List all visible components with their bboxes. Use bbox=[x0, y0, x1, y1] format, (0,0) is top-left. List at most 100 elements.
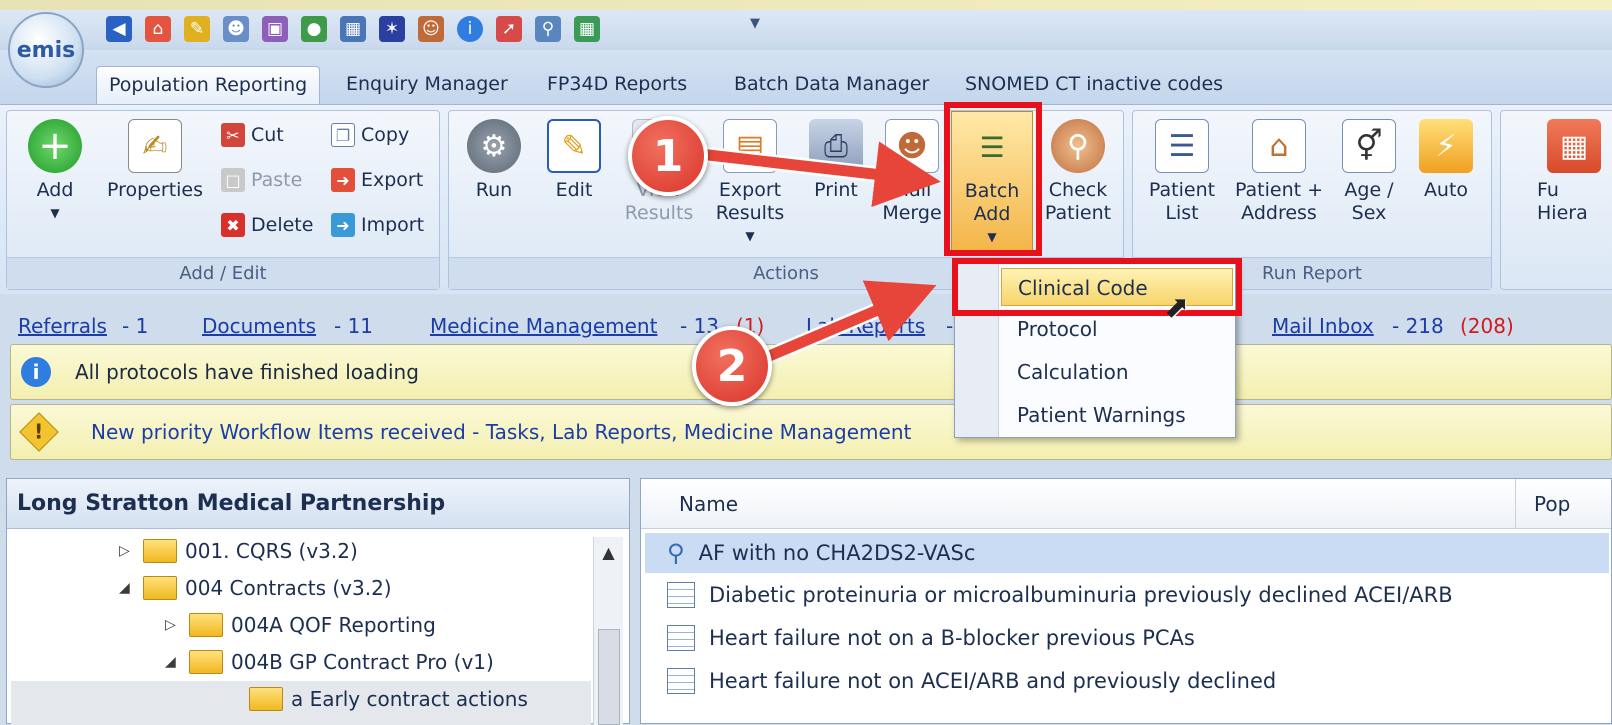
medicine-management-link[interactable]: Medicine Management bbox=[430, 314, 657, 338]
emis-logo[interactable]: emis bbox=[8, 12, 84, 88]
info-icon[interactable]: i bbox=[457, 16, 483, 42]
print-button[interactable]: ⎙ Print bbox=[801, 119, 871, 202]
lab-count: - bbox=[946, 314, 954, 338]
delete-button[interactable]: ✖ Delete bbox=[221, 213, 313, 237]
tree-node-gp-contract-pro[interactable]: ◢ 004B GP Contract Pro (v1) bbox=[165, 650, 494, 674]
info-icon: i bbox=[21, 357, 51, 387]
scroll-thumb[interactable] bbox=[598, 629, 620, 725]
referrals-count: - 1 bbox=[122, 314, 149, 338]
list-header: Name Pop bbox=[641, 479, 1611, 529]
top-strip bbox=[0, 0, 1612, 10]
grid-edit-icon: ✎ bbox=[547, 119, 601, 173]
patient-address-button[interactable]: ⌂ Patient + Address bbox=[1229, 119, 1329, 225]
users-icon[interactable]: ☺ bbox=[418, 16, 444, 42]
home-icon[interactable]: ⌂ bbox=[145, 16, 171, 42]
notepad-icon[interactable]: ▣ bbox=[262, 16, 288, 42]
mouse-cursor-icon: ⬈ bbox=[1164, 290, 1190, 325]
globe-icon[interactable]: ● bbox=[301, 16, 327, 42]
auto-button[interactable]: ⚡ Auto bbox=[1411, 119, 1481, 202]
tree-node-cqrs[interactable]: ▷ 001. CQRS (v3.2) bbox=[119, 539, 358, 563]
step-badge-1: 1 bbox=[628, 116, 708, 196]
menu-item-clinical-code[interactable]: Clinical Code bbox=[1001, 268, 1233, 306]
expand-icon[interactable]: ▷ bbox=[119, 543, 135, 559]
tree-node-qof-reporting[interactable]: ▷ 004A QOF Reporting bbox=[165, 613, 436, 637]
tab-enquiry-manager[interactable]: Enquiry Manager bbox=[334, 66, 520, 104]
back-icon[interactable]: ◀ bbox=[106, 16, 132, 42]
group-add-edit: + Add ▼ ✍ Properties ✂ Cut □ Paste ✖ Delete… bbox=[6, 110, 440, 290]
column-name[interactable]: Name bbox=[679, 479, 738, 529]
chevron-down-icon: ▼ bbox=[987, 230, 997, 244]
tree-node-early-contract-actions[interactable]: a Early contract actions bbox=[11, 681, 591, 725]
gear-run-icon: ⚙ bbox=[467, 119, 521, 173]
menu-gutter bbox=[955, 263, 999, 437]
mail-merge-button[interactable]: ☻ Mail Merge bbox=[877, 119, 947, 225]
batch-add-button[interactable]: ☰ Batch Add ▼ bbox=[951, 111, 1033, 253]
export-button[interactable]: ➜ Export bbox=[331, 168, 423, 192]
collapse-icon[interactable]: ◢ bbox=[165, 654, 181, 670]
batch-add-icon: ☰ bbox=[979, 130, 1005, 164]
lab-reports-link[interactable]: Lab Reports bbox=[806, 314, 925, 338]
properties-icon: ✍ bbox=[128, 119, 182, 173]
copy-icon: ❐ bbox=[331, 123, 355, 147]
copy-button[interactable]: ❐ Copy bbox=[331, 123, 409, 147]
tab-fp34d-reports[interactable]: FP34D Reports bbox=[535, 66, 699, 104]
patient-list-button[interactable]: ☰ Patient List bbox=[1141, 119, 1223, 225]
info-notice: i All protocols have finished loading bbox=[10, 344, 1612, 400]
referrals-link[interactable]: Referrals bbox=[18, 314, 107, 338]
mail-merge-icon: ☻ bbox=[885, 119, 939, 173]
column-pop[interactable]: Pop bbox=[1515, 479, 1570, 529]
qat-customize-icon[interactable]: ▼ bbox=[750, 16, 760, 31]
properties-button[interactable]: ✍ Properties bbox=[99, 119, 211, 202]
folder-open-icon bbox=[143, 576, 177, 600]
menu-item-protocol[interactable]: Protocol bbox=[1001, 310, 1233, 348]
import-icon: ➜ bbox=[331, 213, 355, 237]
batch-add-dropdown: Clinical Code Protocol Calculation Patie… bbox=[954, 262, 1236, 438]
age-sex-button[interactable]: ⚥ Age / Sex bbox=[1333, 119, 1405, 225]
import-button[interactable]: ➜ Import bbox=[331, 213, 424, 237]
mail-inbox-link[interactable]: Mail Inbox bbox=[1272, 314, 1374, 338]
full-hierarchy-button[interactable]: ▦ Fu Hiera bbox=[1509, 119, 1609, 225]
practice-name-header: Long Stratton Medical Partnership bbox=[7, 479, 629, 529]
check-patient-button[interactable]: ⚲ Check Patient bbox=[1037, 119, 1119, 225]
add-button[interactable]: + Add ▼ bbox=[13, 119, 97, 225]
scroll-up-icon[interactable]: ▲ bbox=[594, 543, 623, 562]
search-doc-icon[interactable]: ⚲ bbox=[535, 16, 561, 42]
list-row[interactable]: Heart failure not on ACEI/ARB and previo… bbox=[645, 661, 1609, 701]
list-row[interactable]: ⚲ AF with no CHA2DS2-VASc bbox=[645, 533, 1609, 573]
atom-icon[interactable]: ✶ bbox=[379, 16, 405, 42]
collapse-icon[interactable]: ◢ bbox=[119, 580, 135, 596]
menu-item-calculation[interactable]: Calculation bbox=[1001, 353, 1233, 391]
syringe-icon[interactable]: ➚ bbox=[496, 16, 522, 42]
list-row[interactable]: Diabetic proteinuria or microalbuminuria… bbox=[645, 575, 1609, 615]
user-search-icon[interactable]: ☻ bbox=[223, 16, 249, 42]
scissors-icon: ✂ bbox=[221, 123, 245, 147]
folder-open-icon bbox=[249, 687, 283, 711]
chevron-down-icon: ▼ bbox=[50, 206, 60, 220]
export-results-icon: ▤ bbox=[723, 119, 777, 173]
menu-item-patient-warnings[interactable]: Patient Warnings bbox=[1001, 396, 1233, 434]
tab-batch-data-manager[interactable]: Batch Data Manager bbox=[722, 66, 941, 104]
group-label-add-edit: Add / Edit bbox=[7, 257, 439, 289]
tab-population-reporting[interactable]: Population Reporting bbox=[96, 66, 321, 104]
mail-count: - 218 bbox=[1392, 314, 1444, 338]
edit-button[interactable]: ✎ Edit bbox=[537, 119, 611, 202]
cut-button[interactable]: ✂ Cut bbox=[221, 123, 284, 147]
step-badge-2: 2 bbox=[692, 326, 772, 406]
tree-scrollbar[interactable]: ▲ bbox=[593, 537, 623, 725]
documents-link[interactable]: Documents bbox=[202, 314, 316, 338]
expand-icon[interactable]: ▷ bbox=[165, 617, 181, 633]
warning-notice[interactable]: ! New priority Workflow Items received -… bbox=[10, 404, 1612, 460]
grid-icon[interactable]: ▦ bbox=[574, 16, 600, 42]
tab-snomed-inactive-codes[interactable]: SNOMED CT inactive codes bbox=[953, 66, 1235, 104]
tree-node-contracts[interactable]: ◢ 004 Contracts (v3.2) bbox=[119, 576, 392, 600]
search-icon: ⚲ bbox=[667, 539, 685, 567]
check-patient-icon: ⚲ bbox=[1051, 119, 1105, 173]
pencil-icon[interactable]: ✎ bbox=[184, 16, 210, 42]
lightning-icon: ⚡ bbox=[1419, 119, 1473, 173]
search-tree-panel: Long Stratton Medical Partnership ▷ 001. … bbox=[6, 478, 630, 725]
export-results-button[interactable]: ▤ Export Results ▼ bbox=[707, 119, 793, 248]
calendar-icon[interactable]: ▦ bbox=[340, 16, 366, 42]
list-row[interactable]: Heart failure not on a B-blocker previou… bbox=[645, 618, 1609, 658]
run-button[interactable]: ⚙ Run bbox=[461, 119, 527, 202]
paste-button: □ Paste bbox=[221, 168, 302, 192]
